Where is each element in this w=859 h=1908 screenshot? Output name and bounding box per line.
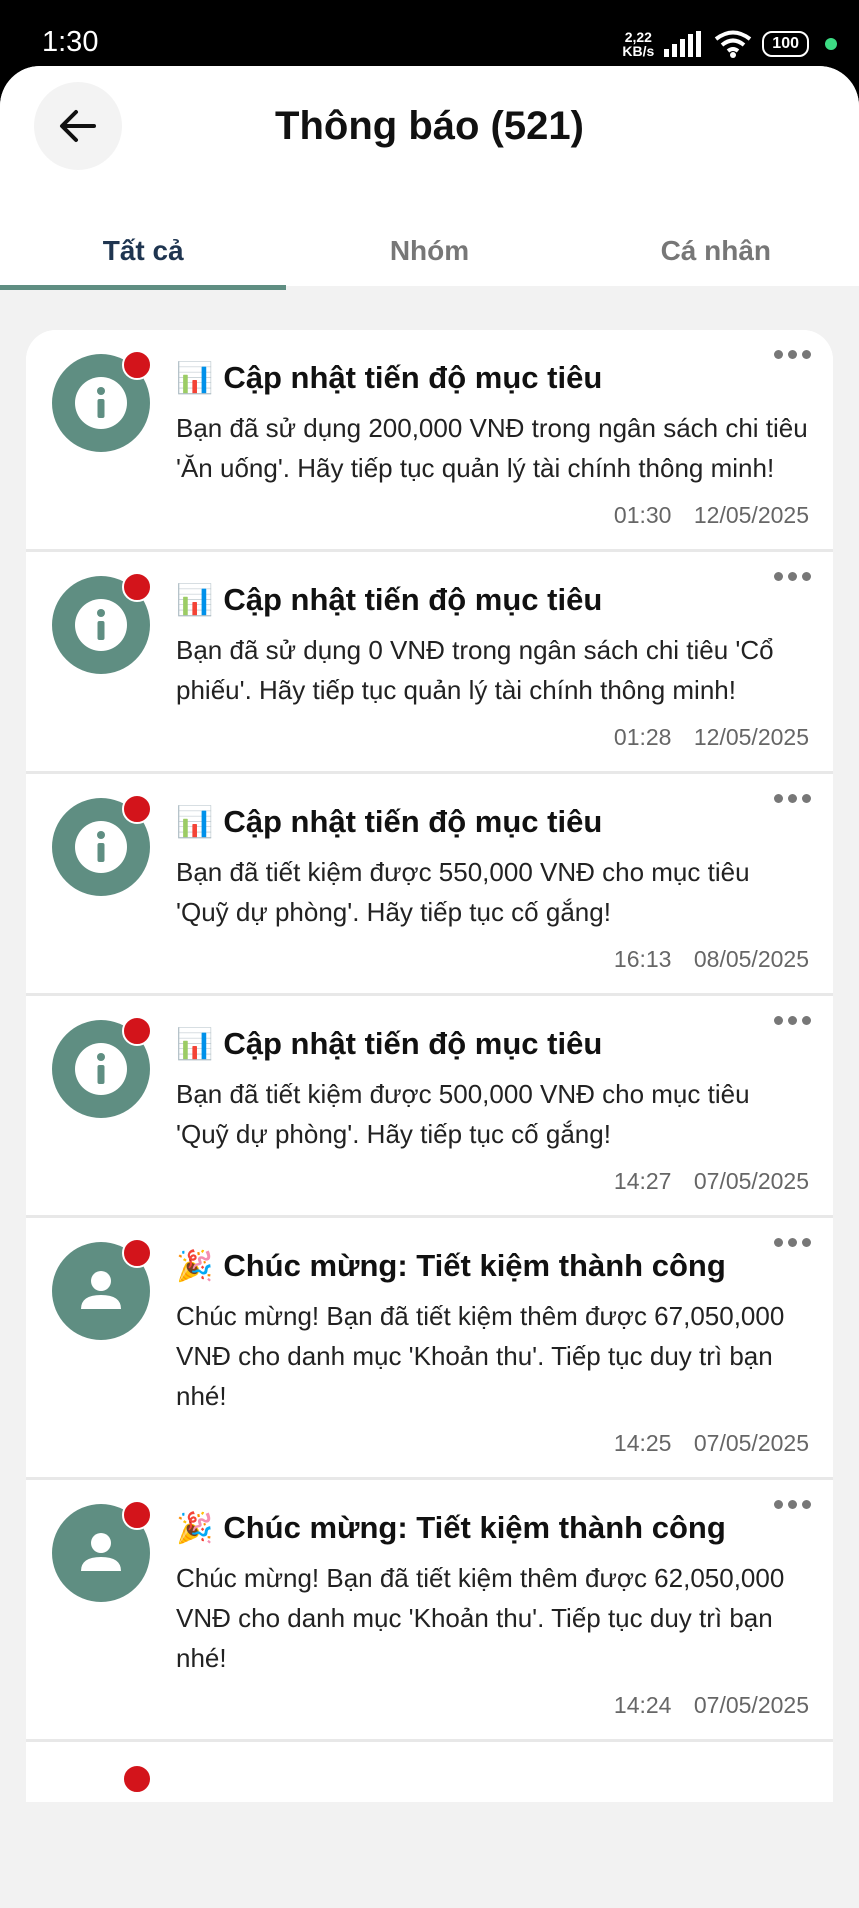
notification-timestamp: 16:13 08/05/2025 [176,946,809,993]
unread-dot [122,1764,152,1794]
notification-timestamp: 14:25 07/05/2025 [176,1430,809,1477]
party-emoji-icon: 🎉 [176,1249,214,1283]
notification-time: 01:28 [613,724,672,750]
notification-time: 14:27 [613,1168,672,1194]
info-icon [75,1043,127,1095]
notification-time: 01:30 [613,502,672,528]
speed-value: 2,22 [624,29,652,45]
speed-unit: KB/s [622,43,655,59]
notification-body: Bạn đã tiết kiệm được 500,000 VNĐ cho mụ… [176,1079,750,1149]
notification-body: Bạn đã sử dụng 0 VNĐ trong ngân sách chi… [176,635,774,705]
info-icon [75,599,127,651]
notification-card[interactable]: 🎉 Chúc mừng: Tiết kiệm thành công Chúc m… [26,1480,833,1742]
wifi-icon [715,30,752,58]
notifications-screen: Thông báo (521) Tất cả Nhóm Cá nhân 📊 Cậ… [0,66,859,1908]
notification-title-row: 📊 Cập nhật tiến độ mục tiêu [176,1026,809,1062]
person-icon [81,1533,121,1571]
info-icon [75,377,127,429]
notification-title-row: 📊 Cập nhật tiến độ mục tiêu [176,804,809,840]
header: Thông báo (521) Tất cả Nhóm Cá nhân [0,66,859,290]
notification-timestamp: 14:27 07/05/2025 [176,1168,809,1215]
notification-body: Chúc mừng! Bạn đã tiết kiệm thêm được 67… [176,1301,785,1411]
battery-indicator: 100 [762,31,809,57]
notification-time: 14:25 [613,1430,672,1456]
status-icons: 2,22 KB/s 100 [622,26,837,62]
privacy-indicator-dot [825,38,837,50]
tab-bar: Tất cả Nhóm Cá nhân [0,216,859,290]
notification-title: Cập nhật tiến độ mục tiêu [223,582,603,617]
party-emoji-icon: 🎉 [176,1511,214,1545]
notification-time: 16:13 [613,946,672,972]
notification-date: 07/05/2025 [693,1168,809,1194]
notification-date: 07/05/2025 [693,1430,809,1456]
notification-title: Cập nhật tiến độ mục tiêu [223,1026,603,1061]
notification-title-row: 📊 Cập nhật tiến độ mục tiêu [176,582,809,618]
more-options-button[interactable] [774,1500,811,1509]
notification-title: Cập nhật tiến độ mục tiêu [223,804,603,839]
chart-emoji-icon: 📊 [176,361,214,395]
notification-title: Cập nhật tiến độ mục tiêu [223,360,603,395]
notification-title-row: 📊 Cập nhật tiến độ mục tiêu [176,360,809,396]
notification-timestamp: 01:28 12/05/2025 [176,724,809,771]
info-icon [75,821,127,873]
notification-body: Bạn đã sử dụng 200,000 VNĐ trong ngân sá… [176,413,808,483]
notification-timestamp: 14:24 07/05/2025 [176,1692,809,1739]
notification-time: 14:24 [613,1692,672,1718]
notification-title: Chúc mừng: Tiết kiệm thành công [223,1248,726,1283]
person-icon [81,1271,121,1309]
more-options-button[interactable] [774,350,811,359]
unread-dot [122,1238,152,1268]
unread-dot [122,350,152,380]
status-bar: 1:30 2,22 KB/s 100 [0,0,859,70]
notification-card[interactable]: 📊 Cập nhật tiến độ mục tiêu Bạn đã tiết … [26,774,833,996]
more-options-button[interactable] [774,794,811,803]
notification-card[interactable]: 📊 Cập nhật tiến độ mục tiêu Bạn đã sử dụ… [26,552,833,774]
network-speed: 2,22 KB/s [622,30,654,58]
chart-emoji-icon: 📊 [176,805,214,839]
tab-personal[interactable]: Cá nhân [573,216,859,286]
unread-dot [122,572,152,602]
notification-title-row: 🎉 Chúc mừng: Tiết kiệm thành công [176,1510,809,1546]
unread-dot [122,794,152,824]
tab-all[interactable]: Tất cả [0,216,287,290]
tab-group[interactable]: Nhóm [286,216,572,286]
notification-date: 12/05/2025 [693,724,809,750]
more-options-button[interactable] [774,1238,811,1247]
notification-card[interactable]: 🎉 Chúc mừng: Tiết kiệm thành công Chúc m… [26,1218,833,1480]
unread-dot [122,1500,152,1530]
notification-date: 07/05/2025 [693,1692,809,1718]
notification-title: Chúc mừng: Tiết kiệm thành công [223,1510,726,1545]
notification-list: 📊 Cập nhật tiến độ mục tiêu Bạn đã sử dụ… [26,330,833,1802]
notification-card[interactable]: 📊 Cập nhật tiến độ mục tiêu Bạn đã sử dụ… [26,330,833,552]
notification-date: 08/05/2025 [693,946,809,972]
notification-body: Chúc mừng! Bạn đã tiết kiệm thêm được 62… [176,1563,785,1673]
notification-body: Bạn đã tiết kiệm được 550,000 VNĐ cho mụ… [176,857,750,927]
more-options-button[interactable] [774,1016,811,1025]
notification-date: 12/05/2025 [693,502,809,528]
notification-card[interactable]: 📊 Cập nhật tiến độ mục tiêu Bạn đã tiết … [26,996,833,1218]
notification-timestamp: 01:30 12/05/2025 [176,502,809,549]
chart-emoji-icon: 📊 [176,1027,214,1061]
signal-icon [664,31,702,57]
notification-card-partial[interactable] [26,1742,833,1802]
status-time: 1:30 [42,26,99,58]
chart-emoji-icon: 📊 [176,583,214,617]
more-options-button[interactable] [774,572,811,581]
unread-dot [122,1016,152,1046]
notification-title-row: 🎉 Chúc mừng: Tiết kiệm thành công [176,1248,809,1284]
page-title: Thông báo (521) [275,104,584,148]
